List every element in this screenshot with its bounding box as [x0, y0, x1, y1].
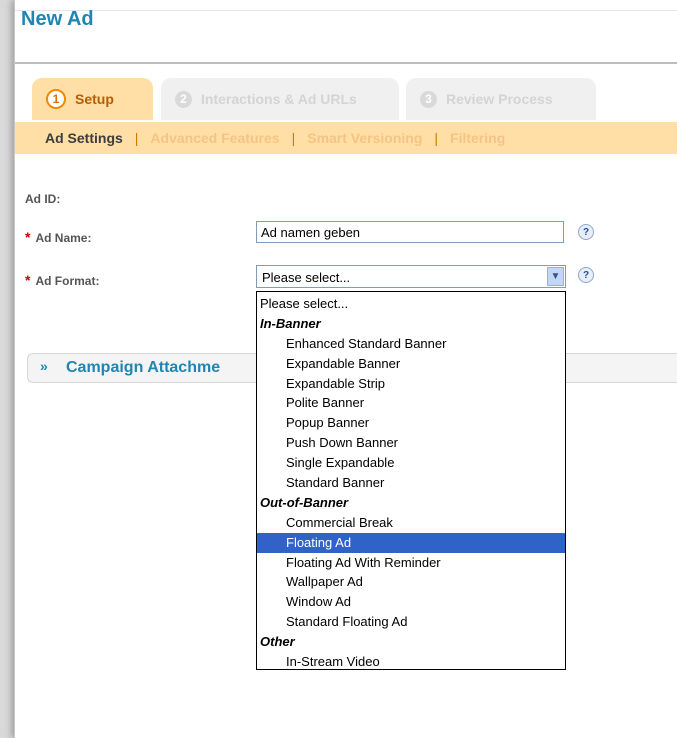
subnav-ad-settings[interactable]: Ad Settings: [45, 130, 123, 146]
dropdown-option[interactable]: Push Down Banner: [257, 433, 565, 453]
dropdown-option[interactable]: Floating Ad With Reminder: [257, 553, 565, 573]
step-2-badge: 2: [175, 90, 192, 108]
dropdown-option[interactable]: Standard Banner: [257, 473, 565, 493]
tab-interactions[interactable]: 2 Interactions & Ad URLs: [161, 78, 399, 120]
settings-subnav: Ad Settings | Advanced Features | Smart …: [15, 122, 677, 154]
expand-chevron-icon[interactable]: »: [40, 358, 48, 374]
required-marker: *: [25, 229, 31, 245]
subnav-filtering[interactable]: Filtering: [450, 130, 505, 146]
subnav-advanced-features[interactable]: Advanced Features: [150, 130, 279, 146]
subnav-separator: |: [291, 130, 296, 146]
required-marker: *: [25, 272, 31, 288]
dropdown-option[interactable]: Popup Banner: [257, 413, 565, 433]
ad-format-selected-value: Please select...: [262, 270, 351, 285]
tab-setup-label: Setup: [75, 91, 114, 107]
ad-name-label: Ad Name:: [35, 231, 92, 245]
ad-format-help-icon[interactable]: ?: [578, 267, 594, 283]
tab-setup[interactable]: 1 Setup: [32, 78, 153, 120]
title-bar-divider: [15, 0, 677, 11]
dropdown-group-header: In-Banner: [260, 315, 321, 331]
step-3-badge: 3: [420, 90, 437, 108]
subnav-separator: |: [434, 130, 439, 146]
new-ad-window: New Ad 1 Setup 2 Interactions & Ad URLs …: [14, 0, 677, 738]
tab-review-process[interactable]: 3 Review Process: [406, 78, 596, 120]
dropdown-option[interactable]: Expandable Banner: [257, 354, 565, 374]
chevron-down-icon[interactable]: ▼: [547, 267, 564, 286]
title-bar: New Ad: [15, 0, 677, 62]
step-1-badge: 1: [46, 89, 66, 109]
ad-name-label-row: * Ad Name:: [25, 229, 91, 245]
ad-format-label-row: * Ad Format:: [25, 272, 99, 288]
dropdown-group-header: Other: [260, 634, 295, 650]
dropdown-option[interactable]: Standard Floating Ad: [257, 612, 565, 632]
page-title: New Ad: [21, 8, 94, 30]
dropdown-option[interactable]: Single Expandable: [257, 453, 565, 473]
dropdown-option[interactable]: Commercial Break: [257, 513, 565, 533]
wizard-tabs: 1 Setup 2 Interactions & Ad URLs 3 Revie…: [15, 64, 677, 122]
tab-review-label: Review Process: [446, 91, 553, 107]
dropdown-option[interactable]: Please select...: [257, 294, 565, 314]
dropdown-option[interactable]: Floating Ad: [257, 532, 565, 553]
ad-name-input[interactable]: [256, 221, 564, 243]
ad-id-label: Ad ID:: [25, 192, 61, 206]
dropdown-option[interactable]: Enhanced Standard Banner: [257, 334, 565, 354]
subnav-smart-versioning[interactable]: Smart Versioning: [307, 130, 422, 146]
subnav-separator: |: [134, 130, 139, 146]
tab-interactions-label: Interactions & Ad URLs: [201, 91, 357, 107]
ad-format-select[interactable]: Please select... ▼: [256, 265, 566, 288]
dropdown-option[interactable]: Polite Banner: [257, 393, 565, 413]
ad-name-help-icon[interactable]: ?: [578, 224, 594, 240]
dropdown-option[interactable]: Expandable Strip: [257, 374, 565, 394]
campaign-attachment-title: Campaign Attachme: [66, 359, 221, 376]
dropdown-option[interactable]: Window Ad: [257, 592, 565, 612]
dropdown-option[interactable]: In-Stream Video: [257, 652, 565, 672]
dropdown-option[interactable]: Wallpaper Ad: [257, 572, 565, 592]
ad-format-dropdown-list[interactable]: Please select... In-Banner Enhanced Standa…: [256, 291, 566, 670]
dropdown-group-header: Out-of-Banner: [260, 494, 349, 510]
ad-format-label: Ad Format:: [35, 274, 100, 288]
